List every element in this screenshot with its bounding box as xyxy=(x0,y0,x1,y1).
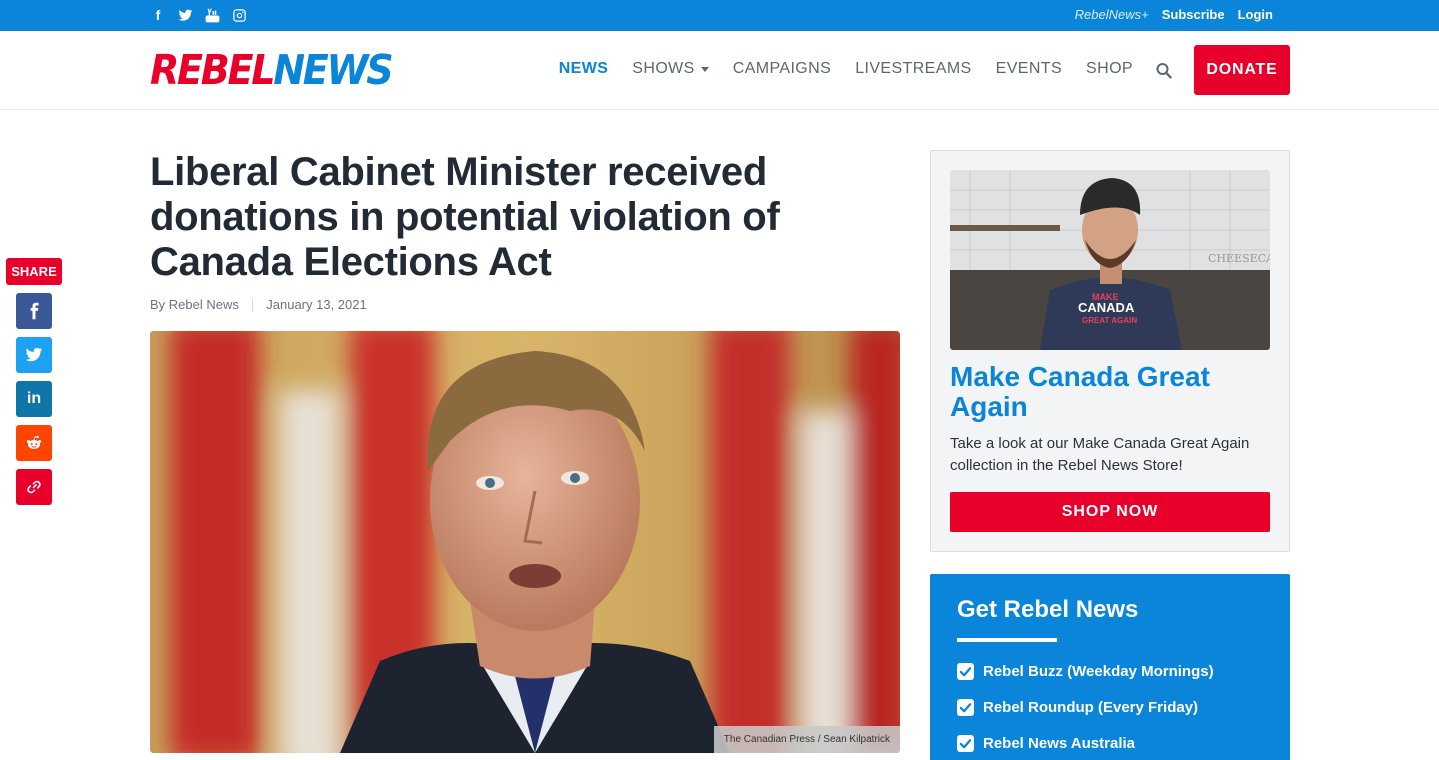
shirt-make-text: MAKE xyxy=(1092,292,1119,302)
logo-rebel-text: REBEL xyxy=(150,46,276,94)
share-twitter-button[interactable] xyxy=(16,337,52,373)
chevron-down-icon xyxy=(700,66,709,72)
link-icon xyxy=(27,480,41,494)
wall-sign-text: CHEESECAKE xyxy=(1208,252,1270,265)
twitter-icon[interactable] xyxy=(177,7,193,23)
promo-image[interactable]: CHEESECAKE CANADA MAKE GREAT AGAIN xyxy=(950,170,1270,350)
share-linkedin-button[interactable]: in xyxy=(16,381,52,417)
shirt-great-again-text: GREAT AGAIN xyxy=(1082,316,1137,325)
article-headline: Liberal Cabinet Minister received donati… xyxy=(150,150,780,284)
main-nav: NEWS SHOWS CAMPAIGNS LIVESTREAMS EVENTS … xyxy=(559,60,1133,78)
nav-livestreams[interactable]: LIVESTREAMS xyxy=(855,60,971,78)
newsletter-title: Get Rebel News xyxy=(957,596,1139,623)
article-author[interactable]: By Rebel News xyxy=(150,297,239,312)
nav-shows-label: SHOWS xyxy=(632,60,695,77)
newsletter-option-label: Rebel Roundup (Every Friday) xyxy=(983,699,1199,716)
share-facebook-button[interactable] xyxy=(16,293,52,329)
top-bar: f RebelNews+ Subscribe Login xyxy=(0,0,1439,31)
subscribe-link[interactable]: Subscribe xyxy=(1162,7,1225,22)
instagram-icon[interactable] xyxy=(231,7,247,23)
meta-divider: | xyxy=(250,297,255,312)
shop-now-button[interactable]: SHOP NOW xyxy=(950,492,1270,532)
shirt-canada-text: CANADA xyxy=(1078,300,1135,315)
checkbox-checked[interactable] xyxy=(957,699,974,716)
checkbox-checked[interactable] xyxy=(957,735,974,752)
rebelnews-plus-link[interactable]: RebelNews+ xyxy=(1075,7,1149,22)
newsletter-signup: Get Rebel News Rebel Buzz (Weekday Morni… xyxy=(930,574,1290,760)
nav-campaigns[interactable]: CAMPAIGNS xyxy=(733,60,831,78)
promo-title[interactable]: Make Canada Great Again xyxy=(950,362,1270,422)
promo-description: Take a look at our Make Canada Great Aga… xyxy=(950,435,1250,474)
photo-credit: The Canadian Press / Sean Kilpatrick xyxy=(713,726,900,753)
share-label: SHARE xyxy=(6,258,62,285)
checkmark-icon xyxy=(959,703,972,713)
linkedin-icon: in xyxy=(26,390,42,407)
copy-link-button[interactable] xyxy=(16,469,52,505)
nav-events[interactable]: EVENTS xyxy=(996,60,1062,78)
share-reddit-button[interactable] xyxy=(16,425,52,461)
reddit-icon xyxy=(26,435,42,449)
login-link[interactable]: Login xyxy=(1238,7,1273,22)
checkmark-icon xyxy=(959,667,972,677)
facebook-icon xyxy=(30,302,39,320)
checkbox-checked[interactable] xyxy=(957,663,974,680)
article-meta: By Rebel News | January 13, 2021 xyxy=(150,297,367,312)
newsletter-option-label: Rebel Buzz (Weekday Mornings) xyxy=(983,663,1214,680)
rebel-news-logo[interactable]: REBELNEWS xyxy=(150,46,394,94)
nav-shows[interactable]: SHOWS xyxy=(632,60,709,78)
article-date: January 13, 2021 xyxy=(266,297,367,312)
newsletter-option-roundup[interactable]: Rebel Roundup (Every Friday) xyxy=(957,699,1198,716)
promo-photo: CHEESECAKE CANADA MAKE GREAT AGAIN xyxy=(950,170,1270,350)
newsletter-option-australia[interactable]: Rebel News Australia xyxy=(957,735,1135,752)
social-links: f xyxy=(150,7,247,23)
search-icon[interactable] xyxy=(1156,62,1172,80)
newsletter-option-label: Rebel News Australia xyxy=(983,735,1135,752)
twitter-icon xyxy=(25,347,43,362)
logo-news-text: NEWS xyxy=(273,46,394,94)
newsletter-divider xyxy=(957,638,1057,642)
checkmark-icon xyxy=(959,739,972,749)
donate-button[interactable]: DONATE xyxy=(1194,45,1290,95)
promo-card: CHEESECAKE CANADA MAKE GREAT AGAIN Make … xyxy=(930,150,1290,552)
facebook-icon[interactable]: f xyxy=(150,7,166,23)
nav-news[interactable]: NEWS xyxy=(559,60,609,78)
hero-photo xyxy=(150,331,900,753)
youtube-icon[interactable] xyxy=(204,7,220,23)
article-hero-image: The Canadian Press / Sean Kilpatrick xyxy=(150,331,900,753)
newsletter-option-buzz[interactable]: Rebel Buzz (Weekday Mornings) xyxy=(957,663,1214,680)
site-header: REBELNEWS NEWS SHOWS CAMPAIGNS LIVESTREA… xyxy=(0,31,1439,110)
nav-shop[interactable]: SHOP xyxy=(1086,60,1133,78)
account-links: RebelNews+ Subscribe Login xyxy=(1075,7,1273,22)
